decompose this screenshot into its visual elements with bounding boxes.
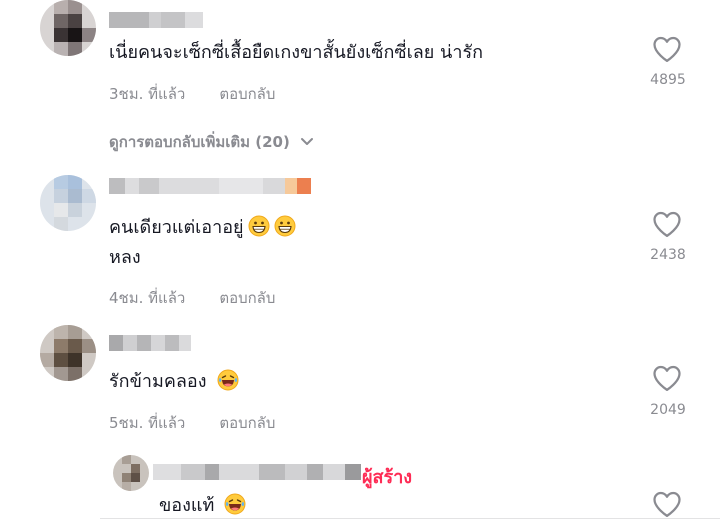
reply-button[interactable]: ตอบกลับ: [219, 414, 275, 432]
comment-text-line1: คนเดียวแต่เอาอยู่: [109, 217, 244, 238]
laughing-tears-icon: [217, 369, 239, 391]
like-count: 2049: [650, 402, 686, 418]
heart-outline-icon[interactable]: [652, 210, 682, 238]
avatar[interactable]: [40, 0, 96, 56]
comment-text-line2: หลง: [109, 247, 141, 268]
heart-outline-icon[interactable]: [652, 364, 682, 392]
username-blurred[interactable]: [109, 178, 311, 194]
view-more-replies-button[interactable]: ดูการตอบกลับเพิ่มเติม (20): [109, 130, 314, 154]
reply-text: ของแท้: [159, 493, 246, 519]
avatar[interactable]: [40, 175, 96, 231]
comment-meta: 5ชม. ที่แล้ว ตอบกลับ: [109, 411, 275, 435]
view-more-label: ดูการตอบกลับเพิ่มเติม (20): [109, 133, 290, 151]
chevron-down-icon: [300, 138, 313, 145]
comment-meta: 3ชม. ที่แล้ว ตอบกลับ: [109, 82, 275, 106]
creator-badge: ผู้สร้าง: [362, 467, 413, 488]
username-blurred[interactable]: [109, 12, 203, 28]
comment-text-content: รักข้ามคลอง: [109, 371, 207, 392]
comment-text: รักข้ามคลอง: [109, 369, 239, 395]
comment-time: 4ชม. ที่แล้ว: [109, 289, 186, 307]
heart-outline-icon[interactable]: [652, 490, 682, 518]
comment-meta: 4ชม. ที่แล้ว ตอบกลับ: [109, 286, 275, 310]
avatar[interactable]: [113, 455, 149, 491]
reply-button[interactable]: ตอบกลับ: [219, 85, 275, 103]
grinning-face-icon: [248, 215, 270, 237]
reply-button[interactable]: ตอบกลับ: [219, 289, 275, 307]
reply-text-content: ของแท้: [159, 495, 215, 516]
like-count: 2438: [650, 247, 686, 263]
laughing-tears-icon: [224, 493, 246, 515]
comment-time: 3ชม. ที่แล้ว: [109, 85, 186, 103]
username-blurred[interactable]: [109, 335, 191, 351]
comment-text: คนเดียวแต่เอาอยู่: [109, 215, 296, 241]
username-blurred[interactable]: [153, 464, 361, 480]
bottom-divider: [100, 518, 720, 519]
heart-outline-icon[interactable]: [652, 35, 682, 63]
grinning-face-icon: [274, 215, 296, 237]
comment-time: 5ชม. ที่แล้ว: [109, 414, 186, 432]
like-count: 4895: [650, 72, 686, 88]
comment-text: เนี่ยคนจะเซ็กซี่เสื้อยืดเกงขาสั้นยังเซ็ก…: [109, 42, 484, 63]
avatar[interactable]: [40, 325, 96, 381]
